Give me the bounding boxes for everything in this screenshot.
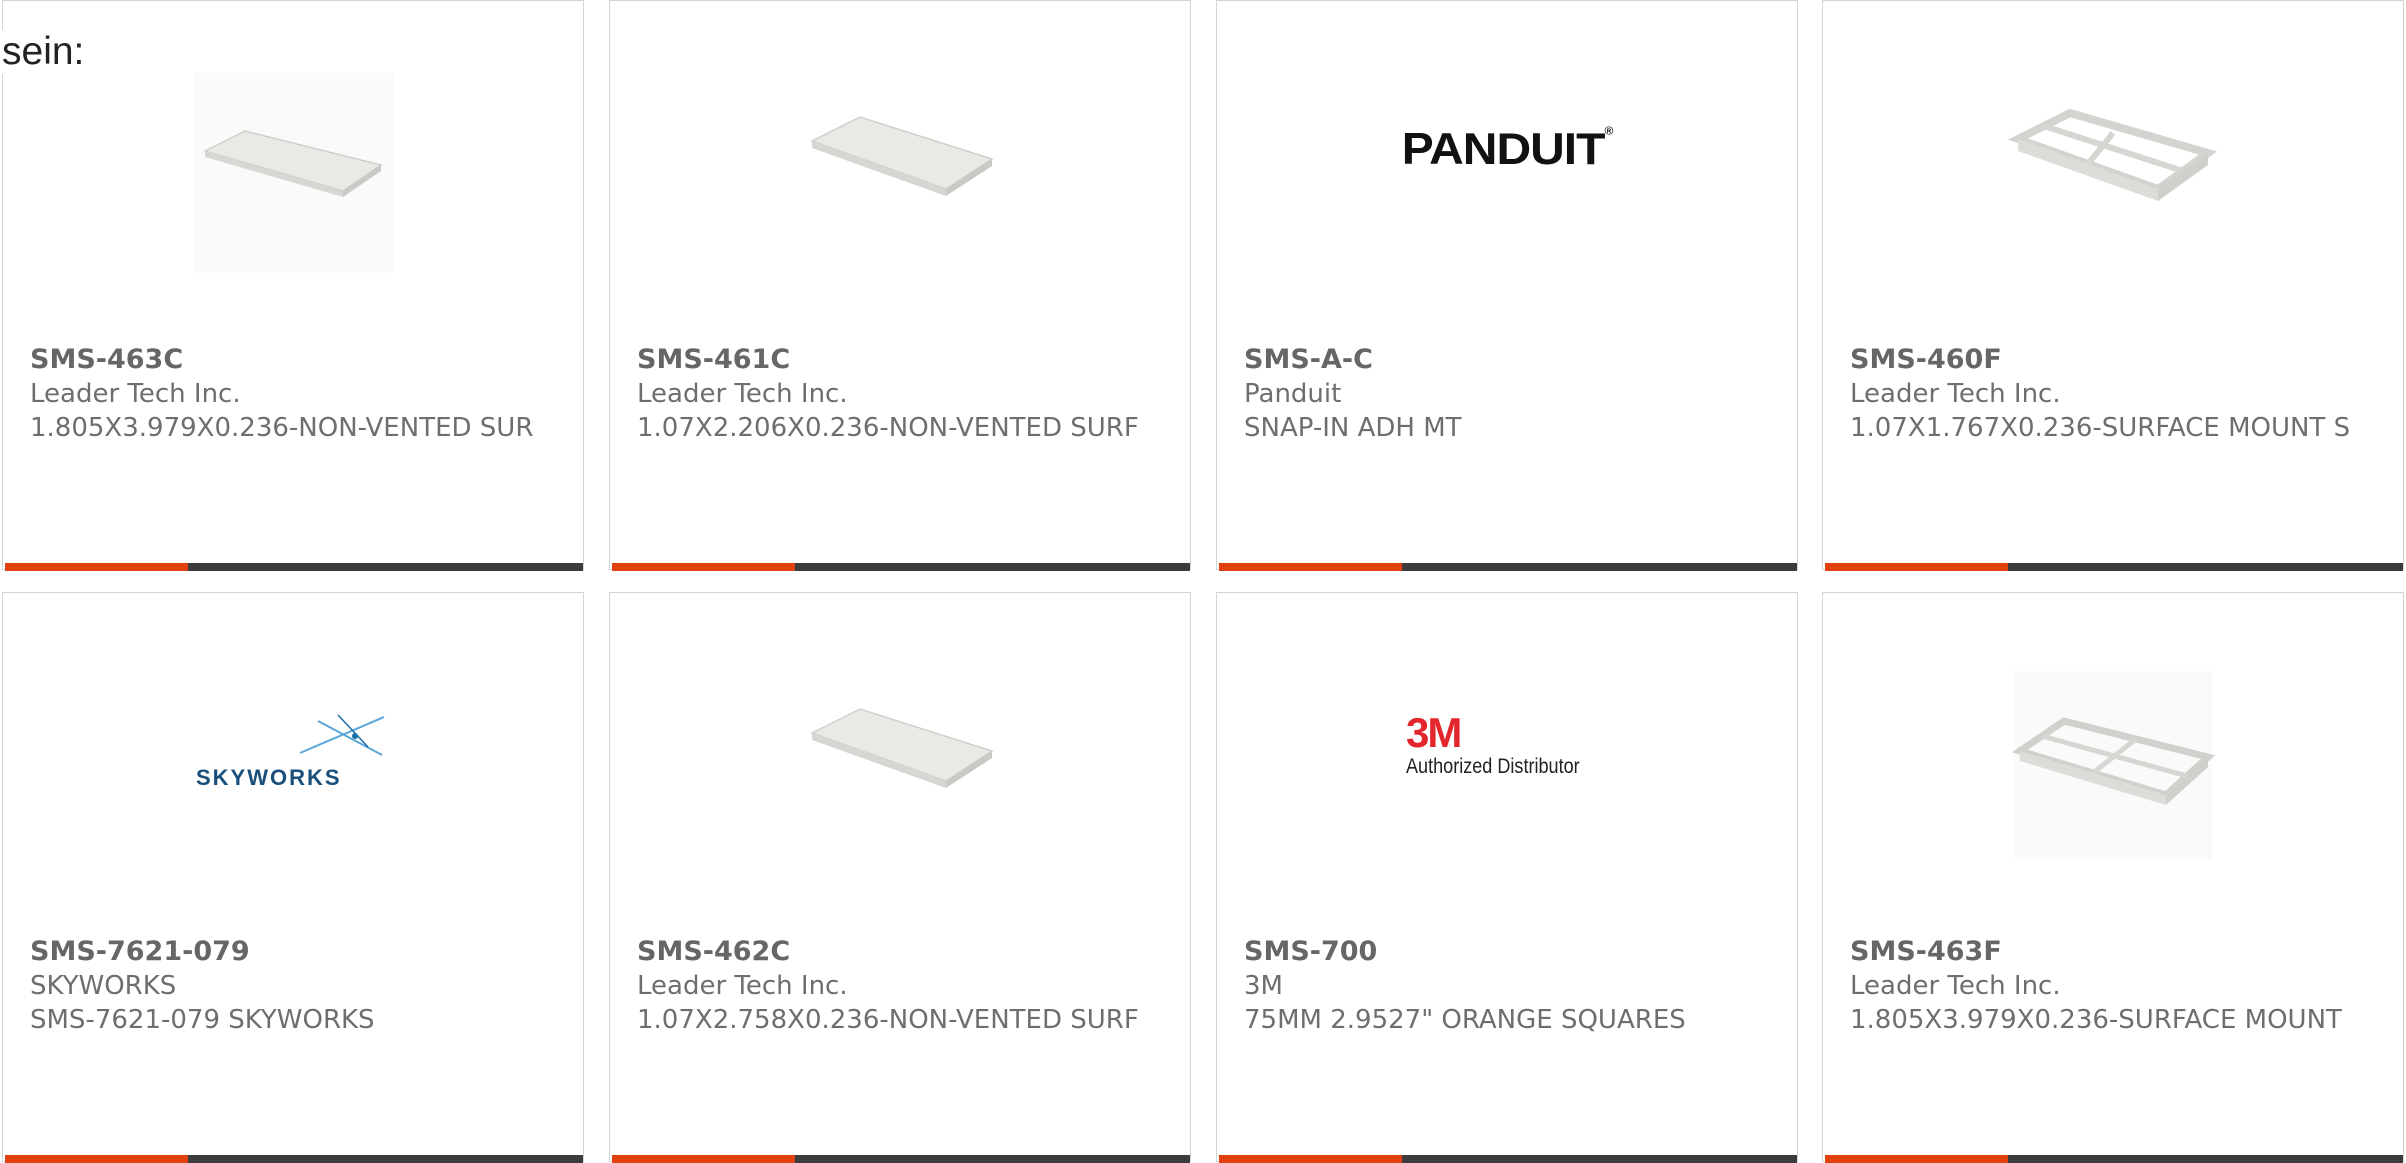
- part-number[interactable]: SMS-462C: [637, 935, 1170, 969]
- product-card[interactable]: 3M Authorized Distributor SMS-700 3M 75M…: [1216, 592, 1798, 1163]
- shield-frame-icon: [2011, 671, 2216, 859]
- product-image[interactable]: [3, 63, 583, 283]
- card-accent-bar: [1219, 1155, 1402, 1163]
- card-bottom-bar: [1825, 1155, 2403, 1163]
- product-image[interactable]: [610, 63, 1190, 283]
- product-card[interactable]: SMS-463C Leader Tech Inc. 1.805X3.979X0.…: [2, 0, 584, 571]
- part-number[interactable]: SMS-460F: [1850, 343, 2383, 377]
- manufacturer: Leader Tech Inc.: [1850, 971, 2061, 1001]
- logo-text: SKYWORKS: [196, 765, 342, 790]
- manufacturer: 3M: [1244, 971, 1283, 1001]
- manufacturer: SKYWORKS: [30, 971, 177, 1001]
- logo-subtext: Authorized Distributor: [1406, 755, 1580, 778]
- part-number[interactable]: SMS-463F: [1850, 935, 2383, 969]
- card-accent-bar: [612, 1155, 795, 1163]
- product-image[interactable]: PANDUIT®: [1217, 63, 1797, 283]
- part-number[interactable]: SMS-A-C: [1244, 343, 1777, 377]
- description: 1.07X2.758X0.236-NON-VENTED SURF: [637, 1005, 1139, 1035]
- product-image[interactable]: [1823, 655, 2403, 875]
- manufacturer: Panduit: [1244, 379, 1342, 409]
- flat-shield-cover-icon: [810, 116, 994, 196]
- card-bottom-bar: [612, 563, 1190, 571]
- description: 1.07X1.767X0.236-SURFACE MOUNT S: [1850, 413, 2351, 443]
- part-number[interactable]: SMS-7621-079: [30, 935, 563, 969]
- product-card[interactable]: SMS-461C Leader Tech Inc. 1.07X2.206X0.2…: [609, 0, 1191, 571]
- product-image[interactable]: [1823, 63, 2403, 283]
- flat-shield-cover-icon: [193, 73, 393, 273]
- flat-shield-cover-icon: [810, 708, 994, 788]
- intro-text: sein:: [2, 30, 89, 74]
- panduit-logo: PANDUIT®: [1401, 123, 1614, 174]
- product-card[interactable]: SKYWORKS SMS-7621-079 SKYWORKS SMS-7621-…: [2, 592, 584, 1163]
- logo-text: 3M: [1406, 709, 1462, 756]
- card-accent-bar: [5, 1155, 188, 1163]
- card-accent-bar: [1825, 563, 2008, 571]
- card-bottom-bar: [612, 1155, 1190, 1163]
- part-number[interactable]: SMS-461C: [637, 343, 1170, 377]
- skyworks-star-icon: [299, 714, 385, 756]
- part-number[interactable]: SMS-700: [1244, 935, 1777, 969]
- description: SNAP-IN ADH MT: [1244, 413, 1462, 443]
- product-card[interactable]: SMS-462C Leader Tech Inc. 1.07X2.758X0.2…: [609, 592, 1191, 1163]
- manufacturer: Leader Tech Inc.: [30, 379, 241, 409]
- description: 1.805X3.979X0.236-SURFACE MOUNT: [1850, 1005, 2342, 1035]
- manufacturer: Leader Tech Inc.: [637, 379, 848, 409]
- card-accent-bar: [1219, 563, 1402, 571]
- product-image[interactable]: SKYWORKS: [3, 655, 583, 875]
- shield-frame-icon: [2008, 108, 2218, 201]
- product-card[interactable]: SMS-463F Leader Tech Inc. 1.805X3.979X0.…: [1822, 592, 2404, 1163]
- card-bottom-bar: [1825, 563, 2403, 571]
- card-bottom-bar: [1219, 1155, 1797, 1163]
- description: 1.805X3.979X0.236-NON-VENTED SUR: [30, 413, 534, 443]
- manufacturer: Leader Tech Inc.: [637, 971, 848, 1001]
- card-bottom-bar: [5, 563, 583, 571]
- description: SMS-7621-079 SKYWORKS: [30, 1005, 375, 1035]
- product-image[interactable]: 3M Authorized Distributor: [1217, 655, 1797, 875]
- product-card[interactable]: PANDUIT® SMS-A-C Panduit SNAP-IN ADH MT: [1216, 0, 1798, 571]
- description: 75MM 2.9527" ORANGE SQUARES: [1244, 1005, 1686, 1035]
- card-accent-bar: [5, 563, 188, 571]
- card-bottom-bar: [1219, 563, 1797, 571]
- skyworks-logo: SKYWORKS: [188, 714, 398, 805]
- card-bottom-bar: [5, 1155, 583, 1163]
- product-image[interactable]: [610, 655, 1190, 875]
- product-card[interactable]: SMS-460F Leader Tech Inc. 1.07X1.767X0.2…: [1822, 0, 2404, 571]
- card-accent-bar: [612, 563, 795, 571]
- part-number[interactable]: SMS-463C: [30, 343, 563, 377]
- description: 1.07X2.206X0.236-NON-VENTED SURF: [637, 413, 1139, 443]
- 3m-logo: 3M Authorized Distributor: [1406, 711, 1608, 779]
- manufacturer: Leader Tech Inc.: [1850, 379, 2061, 409]
- logo-text: PANDUIT: [1401, 124, 1606, 174]
- card-accent-bar: [1825, 1155, 2008, 1163]
